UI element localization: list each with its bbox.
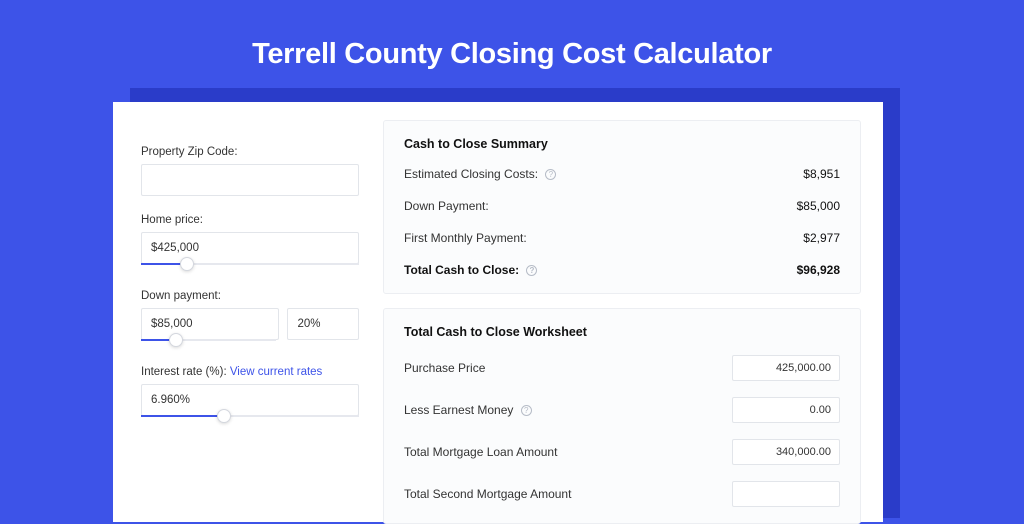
inputs-column: Property Zip Code: Home price: Down paym… [135, 120, 365, 522]
summary-total-value: $96,928 [797, 263, 840, 277]
home-price-label: Home price: [141, 214, 359, 226]
down-payment-slider[interactable] [141, 339, 276, 341]
interest-slider[interactable] [141, 415, 359, 417]
summary-row-label: First Monthly Payment: [404, 231, 527, 245]
worksheet-input[interactable] [732, 397, 840, 423]
worksheet-input[interactable] [732, 355, 840, 381]
down-payment-slider-thumb[interactable] [169, 333, 183, 347]
zip-field-group: Property Zip Code: [141, 146, 359, 196]
home-price-field-group: Home price: [141, 214, 359, 264]
view-rates-link[interactable]: View current rates [230, 366, 322, 378]
worksheet-row: Less Earnest Money [404, 397, 840, 423]
results-column: Cash to Close Summary Estimated Closing … [383, 120, 861, 522]
summary-row-value: $2,977 [803, 231, 840, 245]
zip-input[interactable] [141, 164, 359, 196]
home-price-slider-thumb[interactable] [180, 257, 194, 271]
worksheet-row: Total Second Mortgage Amount [404, 481, 840, 507]
down-payment-field-group: Down payment: [141, 290, 359, 340]
summary-row-label: Down Payment: [404, 199, 489, 213]
summary-row-value: $85,000 [797, 199, 840, 213]
worksheet-row-label: Less Earnest Money [404, 403, 513, 417]
worksheet-panel: Total Cash to Close Worksheet Purchase P… [383, 308, 861, 524]
worksheet-row: Total Mortgage Loan Amount [404, 439, 840, 465]
summary-heading: Cash to Close Summary [404, 137, 840, 151]
summary-row-label: Estimated Closing Costs: [404, 167, 538, 181]
summary-total-label: Total Cash to Close: [404, 263, 519, 277]
worksheet-row: Purchase Price [404, 355, 840, 381]
summary-row: Down Payment: $85,000 [404, 199, 840, 213]
interest-label: Interest rate (%): View current rates [141, 366, 359, 378]
help-icon[interactable] [521, 405, 532, 416]
calculator-card: Property Zip Code: Home price: Down paym… [113, 102, 883, 522]
worksheet-input[interactable] [732, 481, 840, 507]
worksheet-row-label: Purchase Price [404, 361, 485, 375]
help-icon[interactable] [526, 265, 537, 276]
summary-total-row: Total Cash to Close: $96,928 [404, 263, 840, 277]
help-icon[interactable] [545, 169, 556, 180]
summary-row-value: $8,951 [803, 167, 840, 181]
summary-row: First Monthly Payment: $2,977 [404, 231, 840, 245]
home-price-slider[interactable] [141, 263, 359, 265]
worksheet-heading: Total Cash to Close Worksheet [404, 325, 840, 339]
interest-field-group: Interest rate (%): View current rates [141, 366, 359, 416]
interest-input[interactable] [141, 384, 359, 416]
summary-panel: Cash to Close Summary Estimated Closing … [383, 120, 861, 294]
worksheet-input[interactable] [732, 439, 840, 465]
zip-label: Property Zip Code: [141, 146, 359, 158]
down-payment-input[interactable] [141, 308, 279, 340]
down-payment-label: Down payment: [141, 290, 359, 302]
home-price-input[interactable] [141, 232, 359, 264]
page-title: Terrell County Closing Cost Calculator [0, 0, 1024, 71]
interest-label-text: Interest rate (%): [141, 366, 230, 378]
worksheet-row-label: Total Second Mortgage Amount [404, 487, 571, 501]
summary-row: Estimated Closing Costs: $8,951 [404, 167, 840, 181]
down-payment-percent-input[interactable] [287, 308, 359, 340]
worksheet-row-label: Total Mortgage Loan Amount [404, 445, 557, 459]
interest-slider-thumb[interactable] [217, 409, 231, 423]
